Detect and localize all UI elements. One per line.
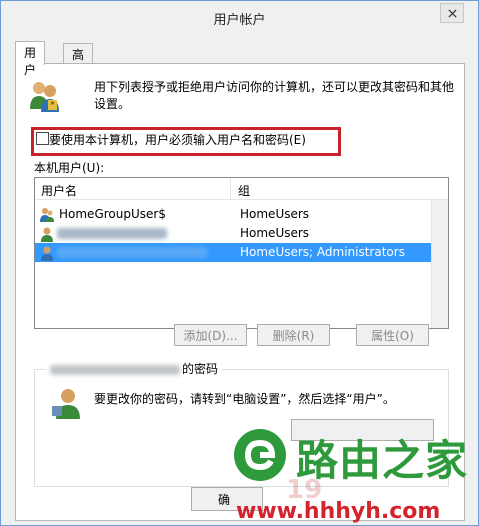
description-text: 用下列表授予或拒绝用户访问你的计算机，还可以更改其密码和其他设置。 (94, 80, 455, 111)
password-instructions: 要更改你的密码，请转到“电脑设置”，然后选择“用户”。 (94, 392, 395, 406)
users-list-label: 本机用户(U): (34, 161, 105, 175)
table-row[interactable]: HomeUsers (35, 224, 431, 243)
row-group: HomeUsers; Administrators (240, 245, 405, 259)
user-icon (41, 227, 53, 242)
add-user-button[interactable]: 添加(D)... (174, 324, 247, 346)
table-row[interactable]: HomeGroupUser$ HomeUsers (35, 205, 431, 224)
title-bar: 用户帐户 (1, 1, 478, 33)
watermark-url: www.hhhyh.com (236, 499, 441, 524)
password-group-title: 的密码 (46, 360, 223, 376)
properties-button[interactable]: 属性(O) (356, 324, 429, 346)
row-group: HomeUsers (240, 226, 310, 240)
redacted-username (57, 228, 167, 239)
redacted-username (50, 364, 180, 375)
close-button[interactable] (440, 3, 464, 23)
watermark-logo: 路由之家 19 www.hhhyh.com (226, 419, 478, 526)
table-row-selected[interactable]: HomeUsers; Administrators (35, 243, 431, 262)
column-header-username[interactable]: 用户名 (41, 182, 77, 199)
tab-users[interactable]: 用户 (15, 41, 46, 77)
redacted-username (57, 247, 207, 258)
column-divider[interactable] (230, 178, 231, 200)
user-password-icon (52, 389, 80, 419)
user-group-icon (40, 208, 54, 222)
list-scrollbar[interactable] (431, 200, 448, 328)
column-header-group[interactable]: 组 (238, 182, 250, 199)
remove-user-button[interactable]: 删除(R) (257, 324, 330, 346)
tab-advanced[interactable]: 高级 (63, 43, 94, 79)
window-title: 用户帐户 (213, 13, 266, 28)
row-group: HomeUsers (240, 207, 310, 221)
users-list[interactable]: 用户名 组 HomeGroupUser$ HomeUsers HomeUsers… (34, 177, 449, 329)
close-icon (447, 8, 457, 18)
require-login-checkbox[interactable] (36, 132, 49, 145)
users-icon (30, 82, 59, 112)
row-username: HomeGroupUser$ (59, 207, 166, 221)
require-login-label[interactable]: 要使用本计算机，用户必须输入用户名和密码(E) (49, 131, 306, 148)
password-group-title-text: 的密码 (182, 362, 219, 376)
user-icon (41, 246, 53, 261)
user-accounts-window: 用户帐户 用户 高级 用下列表授予或拒绝用户访问你的计算机，还可以更改其密码和其… (0, 0, 479, 526)
router-logo-icon (234, 429, 286, 481)
list-header: 用户名 组 (35, 178, 448, 200)
